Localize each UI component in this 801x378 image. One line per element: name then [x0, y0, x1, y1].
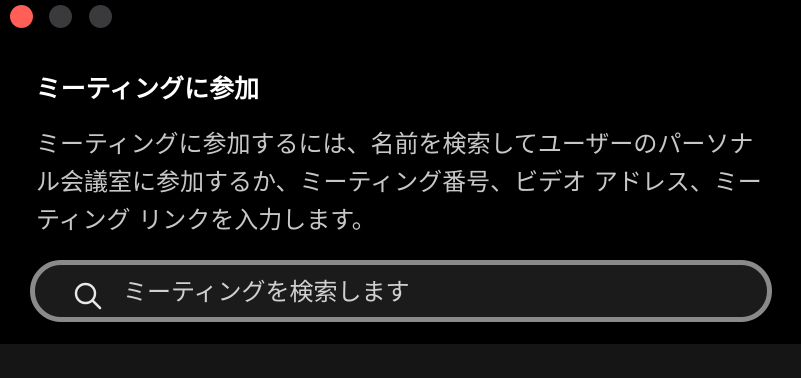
page-title: ミーティングに参加 [36, 74, 260, 103]
close-window-button[interactable] [10, 5, 33, 28]
instructions-text: ミーティングに参加するには、名前を検索してユーザーのパーソナル会議室に参加するか… [36, 130, 762, 234]
meeting-search-input[interactable] [123, 275, 743, 309]
join-meeting-window: ミーティングに参加 ミーティングに参加するには、名前を検索してユーザーのパーソナ… [0, 0, 801, 378]
search-icon [74, 282, 102, 310]
meeting-search-box[interactable] [30, 260, 772, 322]
bottom-panel [0, 344, 801, 378]
title-bar [0, 0, 801, 34]
minimize-window-button[interactable] [49, 5, 72, 28]
maximize-window-button[interactable] [89, 5, 112, 28]
